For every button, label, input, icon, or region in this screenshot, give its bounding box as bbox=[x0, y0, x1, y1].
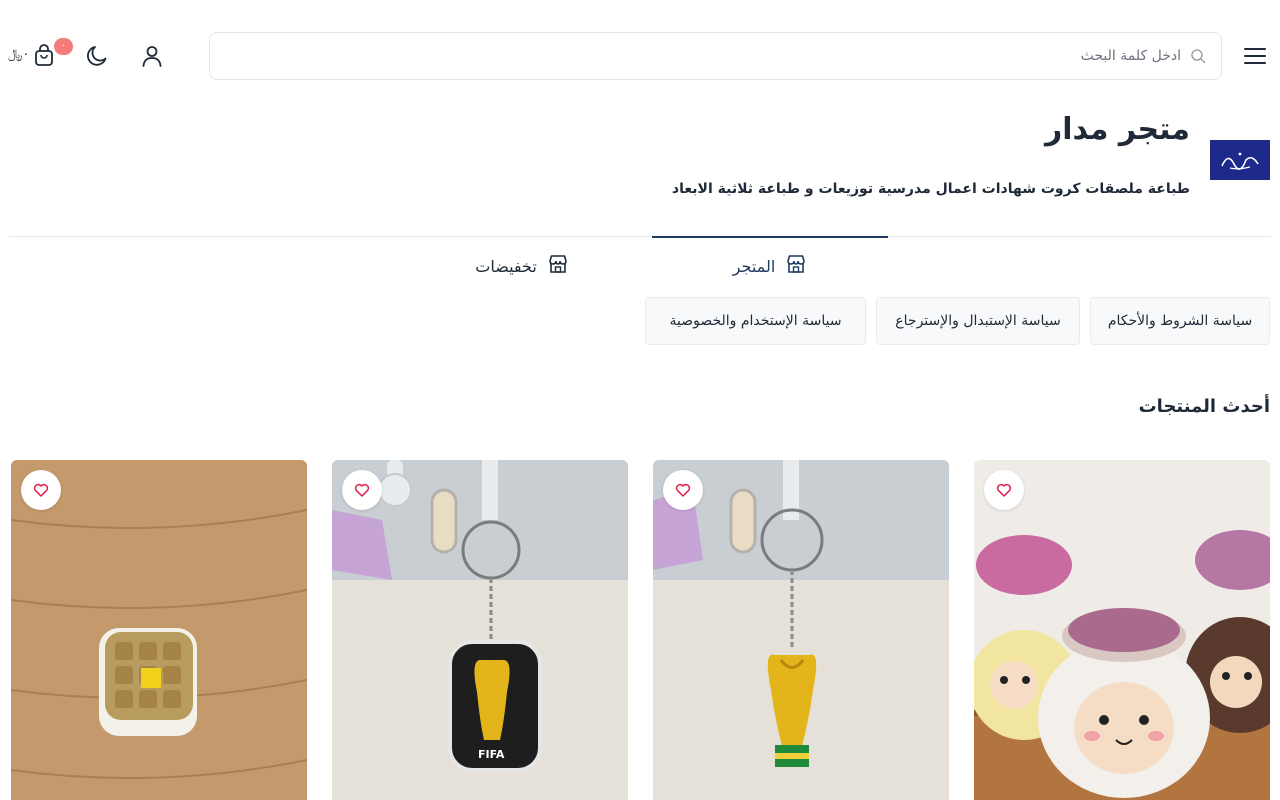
product-image bbox=[11, 460, 307, 800]
store-logo bbox=[1210, 140, 1270, 180]
tab-discounts-label: تخفيضات bbox=[475, 256, 537, 276]
product-image bbox=[974, 460, 1270, 800]
terms-policy-link[interactable]: سياسة الشروط والأحكام bbox=[1090, 297, 1270, 345]
privacy-policy-link[interactable]: سياسة الإستخدام والخصوصية bbox=[645, 297, 866, 345]
divider bbox=[9, 236, 1271, 237]
product-card[interactable] bbox=[653, 460, 949, 800]
product-card[interactable] bbox=[11, 460, 307, 800]
favorite-heart-icon[interactable] bbox=[984, 470, 1024, 510]
favorite-heart-icon[interactable] bbox=[21, 470, 61, 510]
svg-text:FIFA: FIFA bbox=[478, 748, 505, 761]
return-policy-link[interactable]: سياسة الإستبدال والإسترجاع bbox=[876, 297, 1080, 345]
product-card[interactable] bbox=[974, 460, 1270, 800]
product-card[interactable]: FIFA bbox=[332, 460, 628, 800]
store-icon bbox=[785, 253, 807, 279]
product-image bbox=[653, 460, 949, 800]
latest-products-title: أحدث المنتجات bbox=[1138, 396, 1270, 417]
search-icon bbox=[1189, 47, 1207, 65]
header: ٠﷼ ٠ bbox=[0, 0, 1280, 112]
store-name: متجر مدار bbox=[1044, 112, 1190, 147]
user-account-icon[interactable] bbox=[139, 43, 165, 69]
tab-store[interactable]: المتجر bbox=[652, 237, 888, 295]
cart-count-badge: ٠ bbox=[54, 38, 73, 55]
search-bar[interactable] bbox=[209, 32, 1222, 80]
dark-mode-moon-icon[interactable] bbox=[84, 43, 110, 69]
product-image: FIFA bbox=[332, 460, 628, 800]
store-icon bbox=[547, 253, 569, 279]
tab-store-label: المتجر bbox=[732, 256, 776, 276]
hamburger-menu-icon[interactable] bbox=[1244, 42, 1272, 70]
shopping-bag-icon bbox=[33, 43, 55, 67]
cart-button[interactable]: ٠﷼ ٠ bbox=[8, 38, 73, 70]
store-description: طباعة ملصقات كروت شهادات اعمال مدرسية تو… bbox=[671, 181, 1190, 197]
favorite-heart-icon[interactable] bbox=[663, 470, 703, 510]
cart-total: ٠﷼ bbox=[8, 47, 30, 62]
search-input[interactable] bbox=[681, 48, 1181, 64]
tab-discounts[interactable]: تخفيضات bbox=[432, 237, 612, 295]
favorite-heart-icon[interactable] bbox=[342, 470, 382, 510]
